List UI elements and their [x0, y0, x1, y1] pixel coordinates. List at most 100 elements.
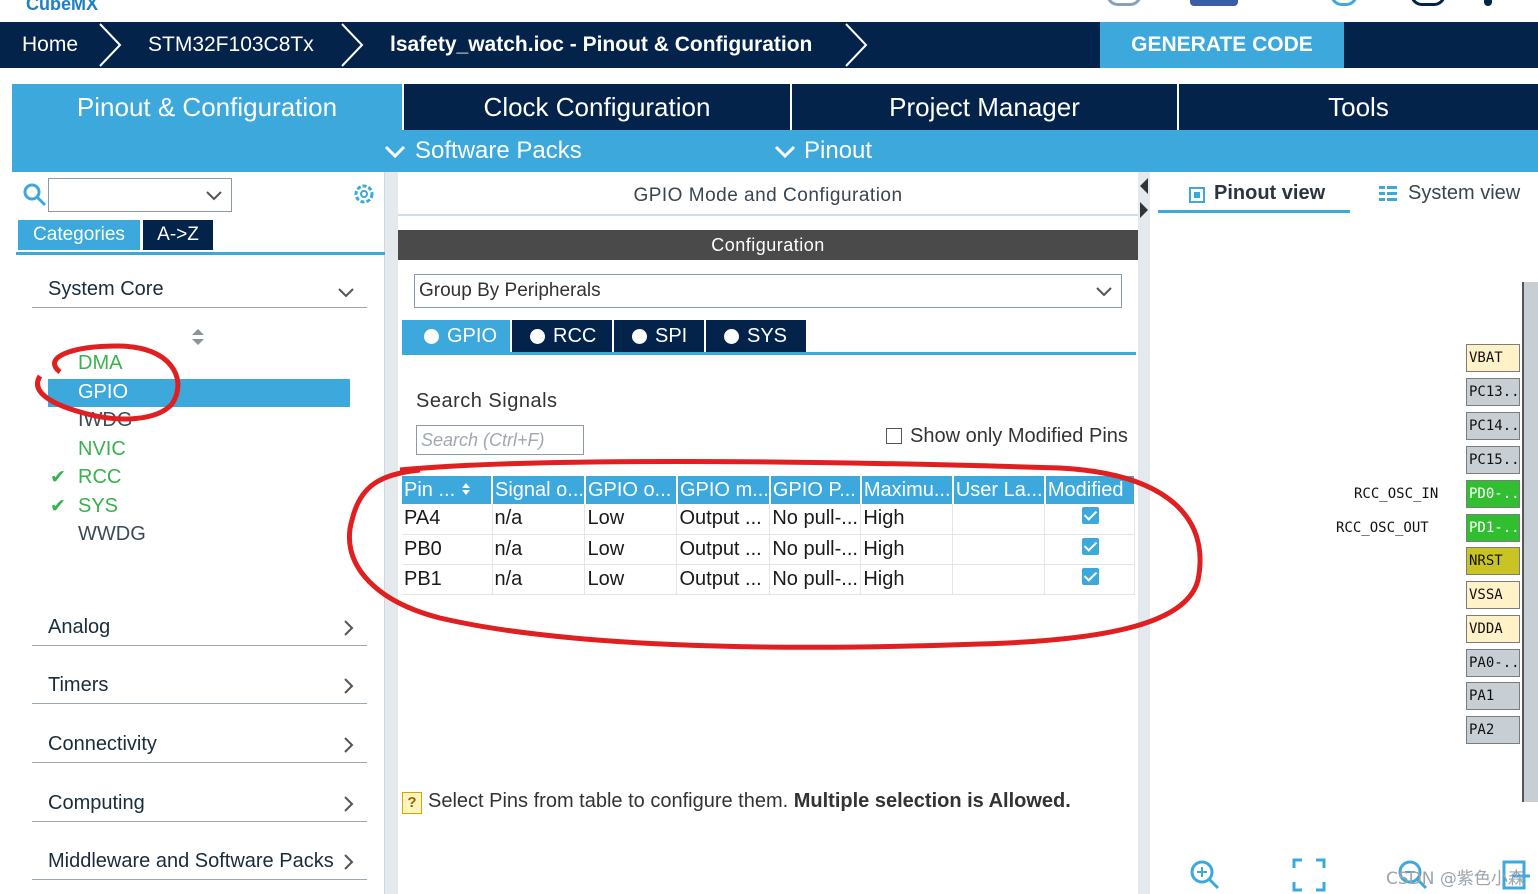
tab-pinout-view[interactable]: Pinout view [1214, 182, 1325, 205]
pin-pc14[interactable]: PC14.. [1466, 412, 1520, 440]
software-packs-menu[interactable]: Software Packs [415, 130, 582, 172]
tab-rcc[interactable]: RCC [512, 320, 612, 352]
column-header-modified[interactable]: Modified [1044, 476, 1136, 504]
section-timers[interactable]: Timers [32, 664, 367, 704]
pin-pc15[interactable]: PC15.. [1466, 446, 1520, 474]
cell-gpio-mode[interactable]: Output ... [676, 534, 771, 565]
tab-system-view[interactable]: System view [1408, 182, 1520, 205]
column-header-gpio-output[interactable]: GPIO o... [584, 476, 678, 504]
tab-sys[interactable]: SYS [706, 320, 806, 352]
modified-checkbox[interactable] [1082, 507, 1100, 525]
show-modified-checkbox[interactable]: Show only Modified Pins [886, 425, 1128, 448]
column-header-gpio-mode[interactable]: GPIO m... [676, 476, 771, 504]
cell-pin[interactable]: PB0 [402, 534, 493, 565]
facebook-icon[interactable] [1190, 0, 1238, 6]
tab-spi[interactable]: SPI [614, 320, 704, 352]
cell-gpio-pull[interactable]: No pull-... [769, 504, 862, 535]
menu-icon[interactable] [1484, 0, 1492, 6]
pin-pd1[interactable]: PD1-.. [1466, 514, 1520, 542]
cell-signal[interactable]: n/a [492, 534, 586, 565]
peripheral-dma[interactable]: DMA [78, 352, 122, 375]
cell-gpio-output[interactable]: Low [584, 534, 678, 565]
share-icon[interactable] [1410, 0, 1446, 6]
collapse-arrow-icon[interactable] [1138, 176, 1150, 222]
zoom-in-icon[interactable] [1188, 858, 1222, 892]
cell-modified[interactable] [1044, 564, 1136, 595]
peripheral-rcc[interactable]: RCC [78, 466, 121, 489]
tab-project-manager[interactable]: Project Manager [792, 84, 1177, 130]
tab-tools[interactable]: Tools [1179, 84, 1538, 130]
chevron-down-icon[interactable] [205, 190, 223, 202]
column-header-signal[interactable]: Signal o... [492, 476, 586, 504]
modified-checkbox[interactable] [1082, 537, 1100, 555]
column-header-pin[interactable]: Pin ... [402, 476, 493, 504]
cell-gpio-mode[interactable]: Output ... [676, 564, 771, 595]
categories-tab[interactable]: Categories [18, 220, 140, 250]
cell-pin[interactable]: PB1 [402, 564, 493, 595]
pin-vssa[interactable]: VSSA [1466, 581, 1520, 609]
pin-pa1[interactable]: PA1 [1466, 682, 1520, 710]
generate-code-button[interactable]: GENERATE CODE [1100, 22, 1344, 68]
pin-pa2[interactable]: PA2 [1466, 716, 1520, 744]
cell-user-label[interactable] [952, 564, 1046, 595]
section-middleware[interactable]: Middleware and Software Packs [32, 840, 367, 880]
tab-gpio[interactable]: GPIO [402, 320, 510, 352]
column-header-gpio-pull[interactable]: GPIO P... [769, 476, 862, 504]
fit-screen-icon[interactable] [1292, 858, 1326, 892]
group-by-select[interactable]: Group By Peripherals [414, 274, 1122, 308]
cell-signal[interactable]: n/a [492, 564, 586, 595]
cell-gpio-output[interactable]: Low [584, 504, 678, 535]
tab-pinout-configuration[interactable]: Pinout & Configuration [12, 84, 402, 130]
cell-gpio-pull[interactable]: No pull-... [769, 564, 862, 595]
table-row[interactable]: PB0 n/a Low Output ... No pull-... High [402, 534, 1136, 565]
pinout-menu[interactable]: Pinout [804, 130, 872, 172]
search-signals-input[interactable]: Search (Ctrl+F) [416, 425, 584, 455]
cell-gpio-mode[interactable]: Output ... [676, 504, 771, 535]
peripheral-gpio[interactable]: GPIO [78, 381, 128, 404]
cell-pin[interactable]: PA4 [402, 504, 493, 535]
peripheral-wwdg[interactable]: WWDG [78, 523, 146, 546]
pin-pa0[interactable]: PA0-.. [1466, 649, 1520, 677]
breadcrumb-home[interactable]: Home [22, 22, 78, 68]
pin-vbat[interactable]: VBAT [1466, 344, 1520, 372]
panel-divider[interactable] [385, 172, 398, 894]
cell-signal[interactable]: n/a [492, 504, 586, 535]
section-computing[interactable]: Computing [32, 782, 367, 822]
panel-divider-right[interactable] [1138, 172, 1150, 894]
pin-vdda[interactable]: VDDA [1466, 615, 1520, 643]
modified-checkbox[interactable] [1082, 567, 1100, 585]
peripheral-sys[interactable]: SYS [78, 495, 118, 518]
column-header-max-speed[interactable]: Maximu... [860, 476, 954, 504]
section-connectivity[interactable]: Connectivity [32, 723, 367, 763]
toolbar-circle-icon[interactable] [1106, 0, 1142, 6]
cell-gpio-output[interactable]: Low [584, 564, 678, 595]
cell-max-speed[interactable]: High [860, 534, 954, 565]
pin-pc13[interactable]: PC13.. [1466, 378, 1520, 406]
cell-max-speed[interactable]: High [860, 564, 954, 595]
table-row[interactable]: PB1 n/a Low Output ... No pull-... High [402, 564, 1136, 595]
az-tab[interactable]: A->Z [143, 220, 213, 250]
cell-user-label[interactable] [952, 534, 1046, 565]
breadcrumb-device[interactable]: STM32F103C8Tx [148, 22, 314, 68]
pin-pd0[interactable]: PD0-.. [1466, 480, 1520, 508]
column-header-user-label[interactable]: User La... [952, 476, 1046, 504]
cell-modified[interactable] [1044, 504, 1136, 535]
peripheral-iwdg[interactable]: IWDG [78, 409, 132, 432]
pin-nrst[interactable]: NRST [1466, 547, 1520, 575]
cell-user-label[interactable] [952, 504, 1046, 535]
sort-icon[interactable] [191, 328, 205, 346]
table-row[interactable]: PA4 n/a Low Output ... No pull-... High [402, 504, 1136, 535]
gear-icon[interactable] [351, 181, 377, 207]
section-analog[interactable]: Analog [32, 606, 367, 646]
cell-gpio-pull[interactable]: No pull-... [769, 534, 862, 565]
cell-modified[interactable] [1044, 534, 1136, 565]
twitter-icon[interactable] [1330, 0, 1358, 6]
peripheral-nvic[interactable]: NVIC [78, 438, 126, 461]
section-system-core[interactable]: System Core [32, 268, 367, 308]
checkbox-box[interactable] [886, 428, 902, 444]
category-search-input[interactable] [48, 178, 232, 212]
breadcrumb-project[interactable]: lsafety_watch.ioc - Pinout & Configurati… [390, 22, 812, 68]
cell-max-speed[interactable]: High [860, 504, 954, 535]
tab-clock-configuration[interactable]: Clock Configuration [404, 84, 790, 130]
search-placeholder: Search (Ctrl+F) [421, 430, 545, 450]
